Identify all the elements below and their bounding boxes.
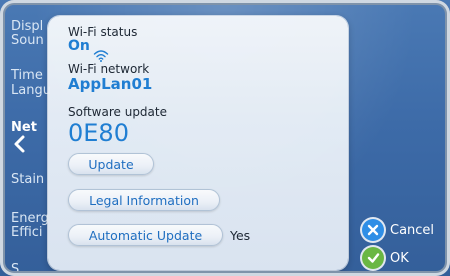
cancel-button[interactable]: Cancel [362,219,434,241]
checkmark-icon [362,247,384,269]
menu-item-language[interactable]: Langu [11,83,51,99]
software-version: 0E80 [68,119,129,147]
wifi-network-label: Wi-Fi network [68,62,150,76]
legal-information-button[interactable]: Legal Information [68,189,220,211]
settings-screen: Displ Soun Time Langu Net Stain Energ Ef… [0,0,450,276]
wifi-status-label: Wi-Fi status [68,25,138,39]
menu-item-time[interactable]: Time [11,68,43,84]
menu-item-stain[interactable]: Stain [11,172,44,188]
network-panel: Wi-Fi status On Wi-Fi network AppLan01 S… [48,16,348,270]
automatic-update-button[interactable]: Automatic Update [68,224,223,246]
cancel-label: Cancel [390,222,435,238]
menu-item-more[interactable]: S [11,262,19,276]
menu-item-sound[interactable]: Soun [11,33,44,49]
wifi-icon [93,50,109,62]
software-update-label: Software update [68,105,167,119]
ok-label: OK [390,250,409,266]
close-icon [362,219,384,241]
menu-item-efficiency[interactable]: Effici [11,225,43,241]
update-button[interactable]: Update [68,153,154,175]
chevron-left-icon[interactable] [10,134,30,154]
wifi-network-value: AppLan01 [68,75,153,93]
automatic-update-value: Yes [230,228,251,243]
wifi-status-value: On [68,38,90,54]
ok-button[interactable]: OK [362,247,409,269]
